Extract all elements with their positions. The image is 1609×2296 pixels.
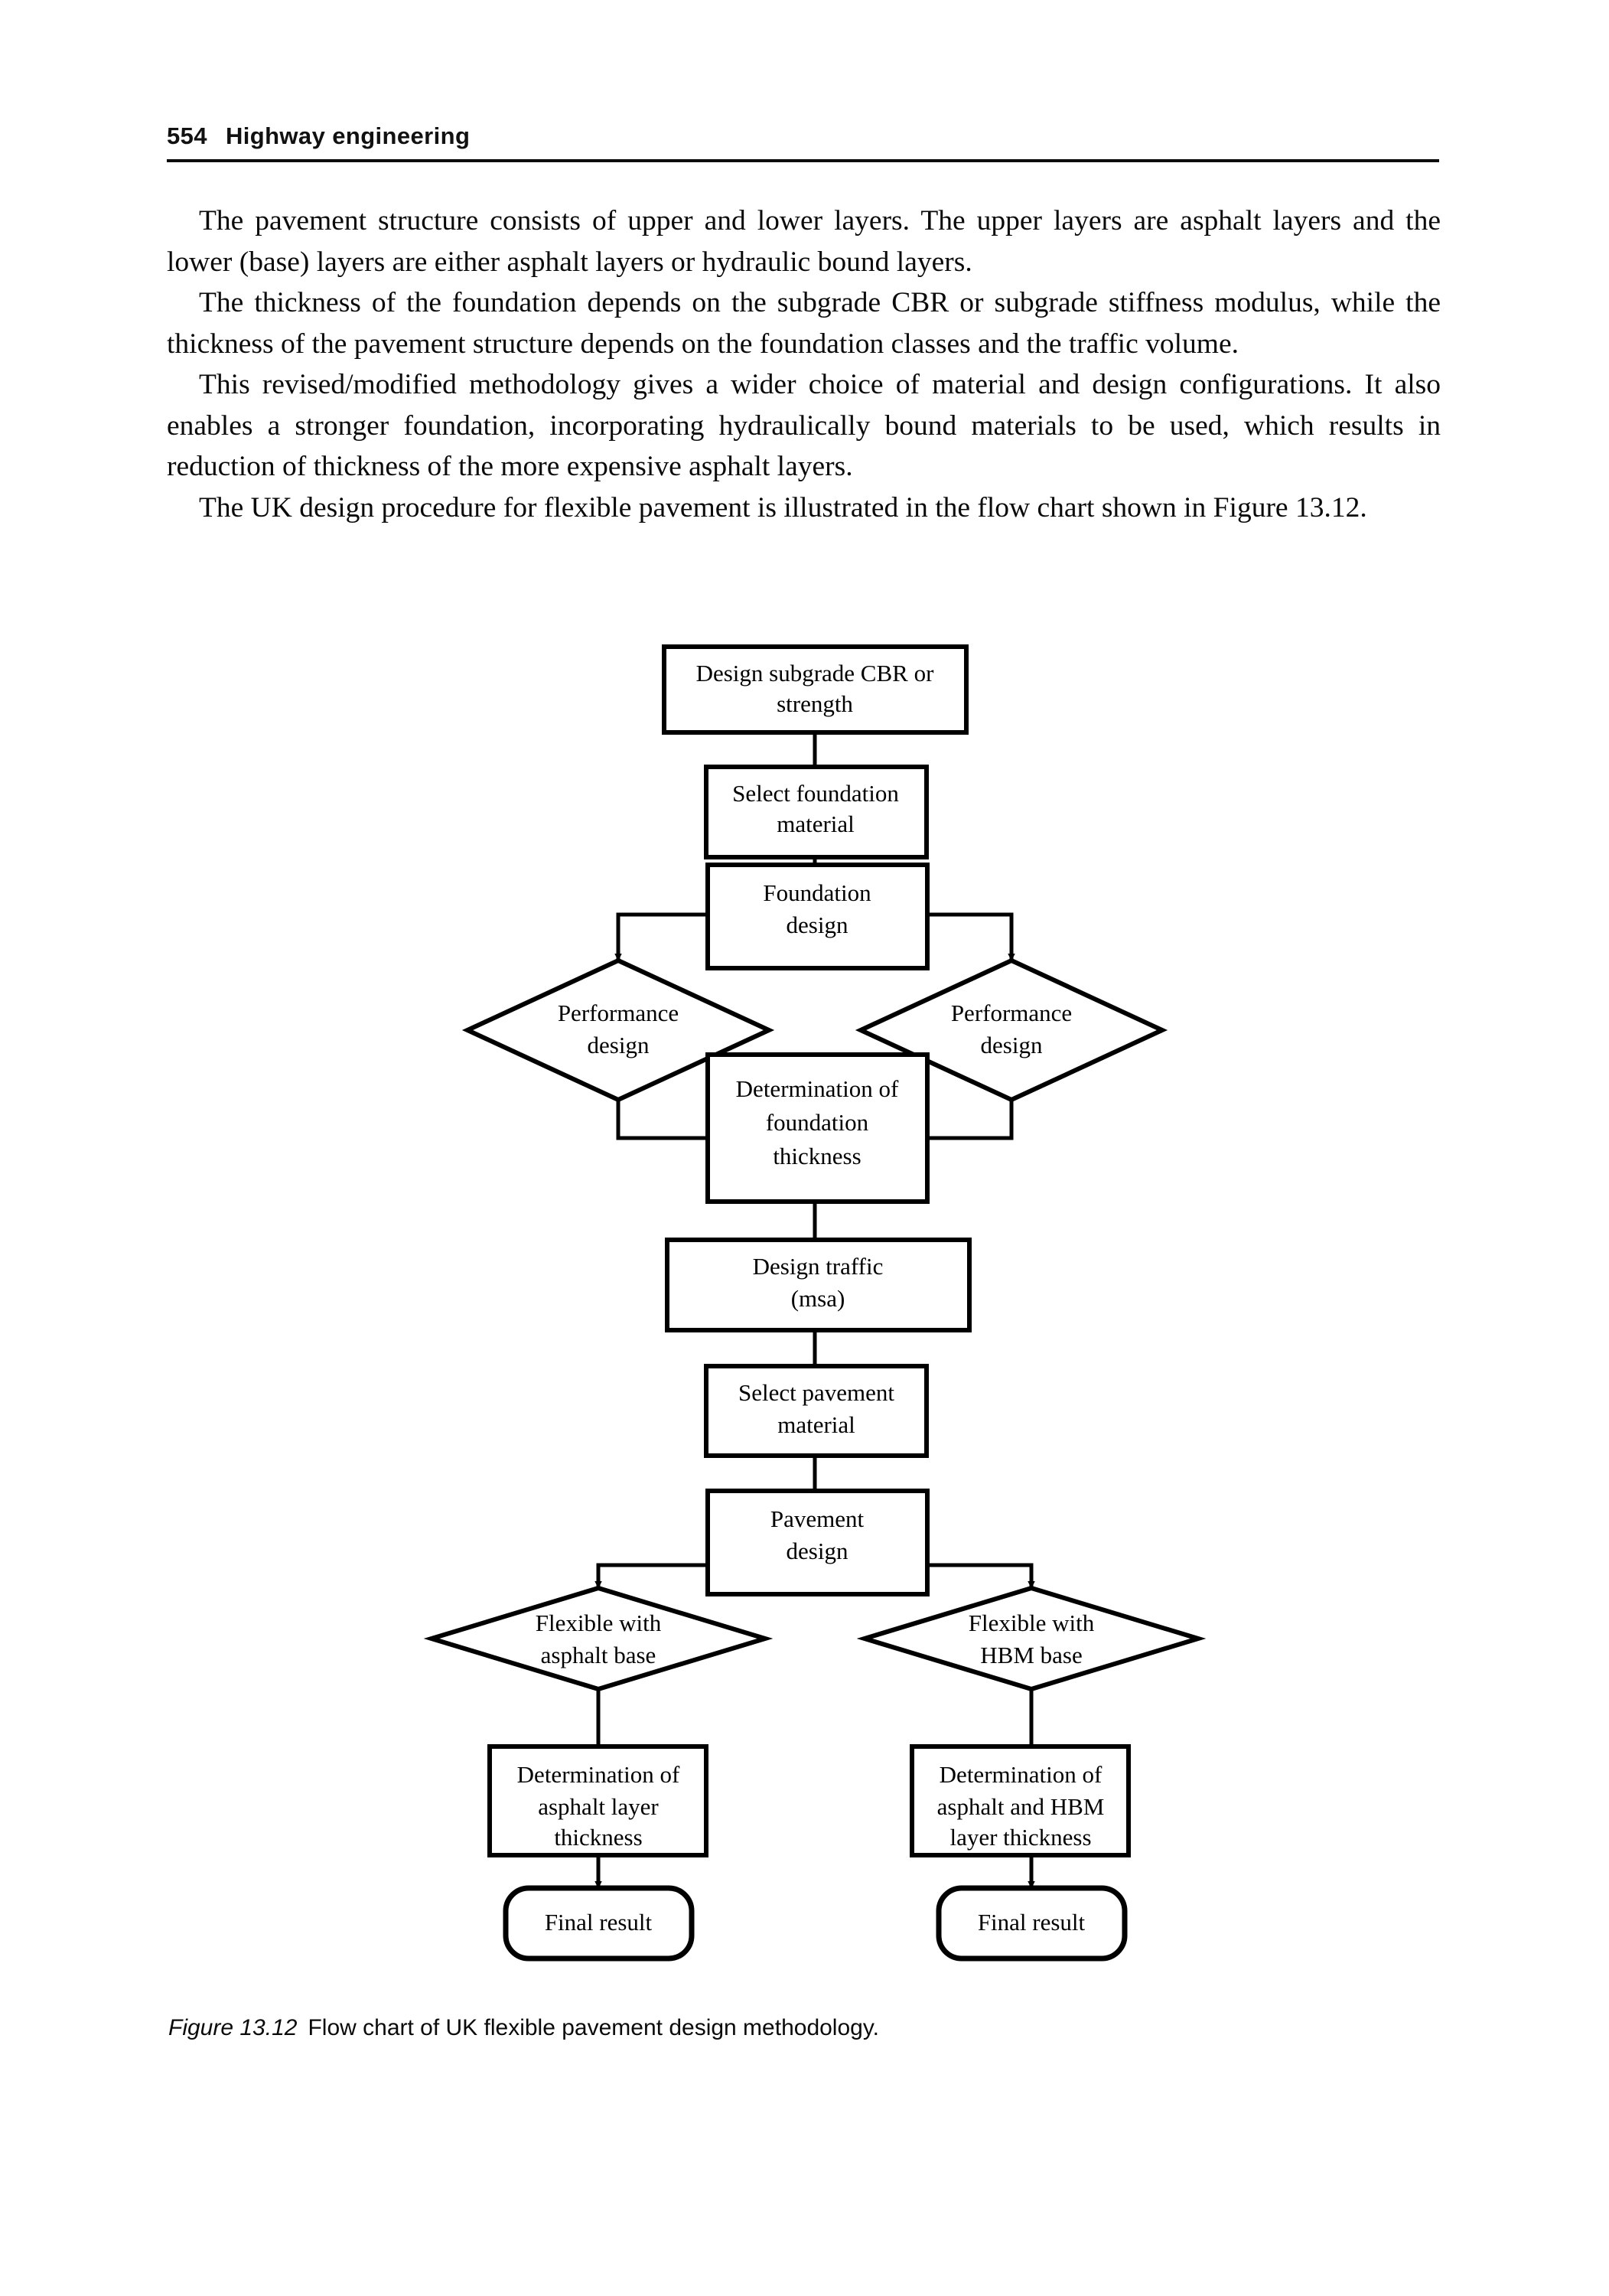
node-label-line: layer thickness [949,1824,1091,1851]
node-label-line: Final result [978,1909,1086,1936]
node-label-line: Performance [951,1000,1072,1026]
node-label-line: Performance [558,1000,679,1026]
node-label-line: material [777,1411,855,1438]
node-label-line: Design subgrade CBR or [696,660,935,687]
flowchart-node-final-result-right: Final result [936,1885,1128,1962]
node-label-line: Determination of [736,1075,899,1102]
paragraph-3: This revised/modified methodology gives … [167,369,1441,482]
node-label-line: design [787,912,848,938]
running-title: Highway engineering [225,122,471,149]
flowchart-svg: Design subgrade CBR or strength Select f… [423,644,1207,1962]
node-label-line: Flexible with [536,1609,662,1636]
flowchart-node-pavement-design: Pavement design [705,1489,930,1596]
paragraph-2: The thickness of the foundation depends … [167,287,1441,360]
page-number: 554 [167,122,207,149]
flowchart-node-foundation-design: Foundation design [705,863,930,970]
edge-n3-n4 [614,912,708,962]
figure-caption: Figure 13.12 Flow chart of UK flexible pa… [168,2015,1438,2041]
node-label-line: HBM base [980,1642,1082,1668]
node-label-line: Final result [545,1909,653,1936]
flowchart-node-determination-asphalt-layer-thickness: Determination of asphalt layer thickness [487,1744,708,1857]
header-rule [167,159,1439,162]
node-label-line: thickness [554,1824,642,1851]
paragraph-1: The pavement structure consists of upper… [167,205,1441,278]
figure-caption-id: Figure 13.12 [168,2015,298,2040]
node-label-line: Design traffic [753,1253,884,1280]
running-head: 554 Highway engineering [167,122,1437,150]
node-label-line: Foundation [763,879,871,906]
node-label-line: Select pavement [738,1379,894,1406]
flowchart-node-flexible-hbm-base: Flexible with HBM base [856,1585,1207,1692]
edge-n3-n5 [927,912,1015,962]
edge-n9-n10 [594,1563,708,1590]
node-label-line: design [787,1538,848,1564]
figure-flowchart: Design subgrade CBR or strength Select f… [0,635,1609,1967]
edge-n9-n11 [927,1563,1035,1590]
node-label-line: foundation [766,1109,869,1136]
node-label-line: asphalt and HBM [937,1793,1105,1820]
node-label-line: asphalt layer [538,1793,659,1820]
flowchart-node-select-pavement-material: Select pavement material [704,1364,929,1458]
node-label-line: design [588,1032,650,1058]
edge-n5-n6 [927,1100,1014,1140]
node-label-line: Pavement [770,1505,865,1532]
node-label-line: Determination of [940,1761,1103,1788]
edge-n4-n6 [616,1100,708,1140]
figure-caption-text: Flow chart of UK flexible pavement desig… [308,2015,879,2040]
node-label-line: strength [777,690,853,717]
flowchart-node-final-result-left: Final result [503,1885,695,1962]
node-label-line: thickness [773,1143,861,1169]
node-label-line: material [777,810,855,837]
node-label-line: asphalt base [541,1642,656,1668]
node-label-line: (msa) [791,1285,845,1312]
flowchart-node-determination-asphalt-hbm-layer-thickness: Determination of asphalt and HBM layer t… [910,1744,1131,1857]
document-page: 554 Highway engineering The pavement stru… [0,0,1609,2296]
node-label-line: Flexible with [969,1609,1095,1636]
node-label-line: Determination of [517,1761,680,1788]
flowchart-node-design-subgrade: Design subgrade CBR or strength [662,644,969,735]
flowchart-node-determination-foundation-thickness: Determination of foundation thickness [705,1052,930,1204]
node-label-line: design [981,1032,1043,1058]
flowchart-node-design-traffic: Design traffic (msa) [665,1238,972,1332]
body-text: The pavement structure consists of upper… [167,201,1441,528]
node-label-line: Select foundation [732,780,899,807]
flowchart-node-select-foundation-material: Select foundation material [704,765,929,859]
flowchart-node-flexible-asphalt-base: Flexible with asphalt base [423,1585,774,1692]
paragraph-4: The UK design procedure for flexible pav… [199,491,1367,523]
